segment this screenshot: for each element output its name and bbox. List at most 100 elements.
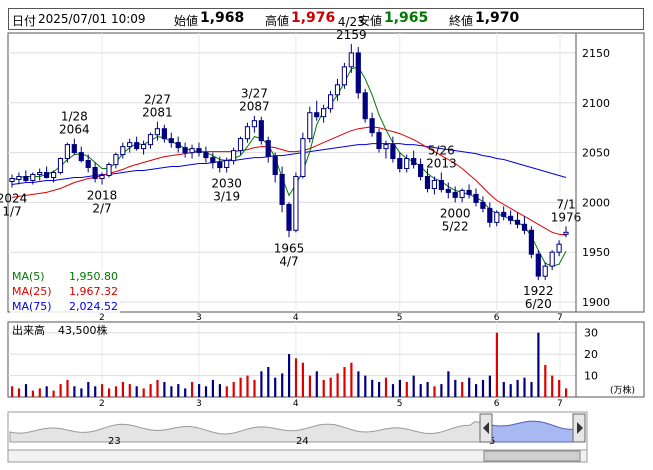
annotation-sublabel: 2087 <box>239 100 270 114</box>
volume-bar <box>135 386 138 397</box>
volume-bar <box>350 362 353 397</box>
volume-x-tick-label: 3 <box>196 399 202 409</box>
volume-bar <box>246 375 249 397</box>
volume-bar <box>544 364 547 397</box>
volume-bar <box>66 379 69 397</box>
volume-bar <box>523 377 526 397</box>
price-tick-label: 2100 <box>582 97 610 110</box>
volume-bar <box>488 375 491 397</box>
volume-bar <box>232 382 235 397</box>
price-tick-label: 2050 <box>582 147 610 160</box>
volume-bar <box>426 382 429 397</box>
candle-body <box>106 164 112 176</box>
volume-bar <box>108 388 111 397</box>
volume-bar <box>45 386 48 397</box>
annotation-sublabel: 2064 <box>59 123 90 137</box>
candle-body <box>314 112 320 118</box>
candle-body <box>168 138 174 144</box>
volume-tick-label: 20 <box>584 348 598 361</box>
candle-body <box>78 152 84 162</box>
annotation-sublabel: 4/7 <box>279 254 298 268</box>
candle-body <box>452 191 458 198</box>
legend-name: MA(75) <box>12 300 52 313</box>
annotation-label: 2030 <box>211 177 242 191</box>
legend-value: 1,950.80 <box>69 270 118 283</box>
candle-body <box>438 180 444 190</box>
volume-bar <box>163 382 166 397</box>
volume-bar <box>24 384 28 397</box>
volume-bar <box>211 379 214 397</box>
candle-body <box>307 112 313 140</box>
volume-bar <box>184 388 187 397</box>
volume-bar <box>177 384 180 397</box>
volume-value: 43,500株 <box>58 323 108 337</box>
volume-bar <box>454 379 457 397</box>
candle-body <box>16 176 22 180</box>
price-tick-label: 2150 <box>582 47 610 60</box>
annotation-sublabel: 5/22 <box>442 219 469 233</box>
candle-body <box>85 160 91 168</box>
candle-body <box>424 176 431 189</box>
annotation-label: 2000 <box>440 206 471 220</box>
candle-body <box>37 172 43 175</box>
volume-unit: (万株) <box>610 384 635 396</box>
candle-body <box>487 207 493 223</box>
candle-body <box>328 94 334 110</box>
volume-bar <box>142 388 145 397</box>
annotation-label: 2018 <box>87 188 118 202</box>
volume-bar <box>412 375 415 397</box>
annotation-label: 3/27 <box>241 87 268 101</box>
navigator-scroll-thumb[interactable] <box>483 450 581 462</box>
volume-bar <box>343 367 346 397</box>
candle-body <box>57 158 64 173</box>
volume-tick-label: 30 <box>584 327 598 340</box>
volume-bar <box>551 375 554 397</box>
candle-body <box>508 215 514 221</box>
candle-body <box>9 178 15 182</box>
candle-body <box>286 203 292 231</box>
volume-bar <box>288 354 291 397</box>
volume-bar <box>31 390 34 397</box>
legend-name: MA(5) <box>12 270 45 283</box>
volume-bar <box>301 362 304 397</box>
volume-bar <box>495 332 498 397</box>
annotation-sublabel: 2/7 <box>92 201 111 215</box>
candle-body <box>265 140 271 158</box>
candle-body <box>334 84 341 96</box>
candle-body <box>404 158 410 169</box>
volume-bar <box>378 382 381 397</box>
candle-body <box>147 134 154 146</box>
candle-body <box>64 144 71 160</box>
candle-body <box>127 142 133 148</box>
volume-bar <box>294 358 298 397</box>
volume-bar <box>191 382 194 397</box>
candle-body <box>383 144 389 150</box>
candle-body <box>196 148 202 154</box>
annotation-label: 5/26 <box>428 144 455 158</box>
candle-body <box>92 167 98 179</box>
volume-bar <box>253 379 256 397</box>
volume-bar <box>461 382 464 397</box>
volume-bar <box>308 375 311 397</box>
candle-body <box>376 132 382 150</box>
candle-body <box>411 158 417 165</box>
volume-bar <box>565 388 568 397</box>
candle-body <box>182 147 188 154</box>
volume-bar <box>59 384 62 397</box>
volume-bar <box>38 388 41 397</box>
volume-bar <box>52 390 55 397</box>
volume-bar <box>391 384 395 397</box>
volume-tick-label: 10 <box>584 370 598 383</box>
volume-bar <box>198 384 201 397</box>
candle-body <box>210 157 216 164</box>
candle-body <box>549 251 555 267</box>
volume-bar <box>433 386 436 397</box>
candle-body <box>321 108 327 118</box>
volume-bar <box>447 371 450 397</box>
candle-body <box>224 160 230 168</box>
candle-body <box>348 52 354 68</box>
candle-body <box>203 152 209 159</box>
candle-body <box>473 193 479 203</box>
volume-bar <box>80 388 83 397</box>
price-chart: 20241/71/28206420182/72/27208120303/193/… <box>0 15 645 463</box>
